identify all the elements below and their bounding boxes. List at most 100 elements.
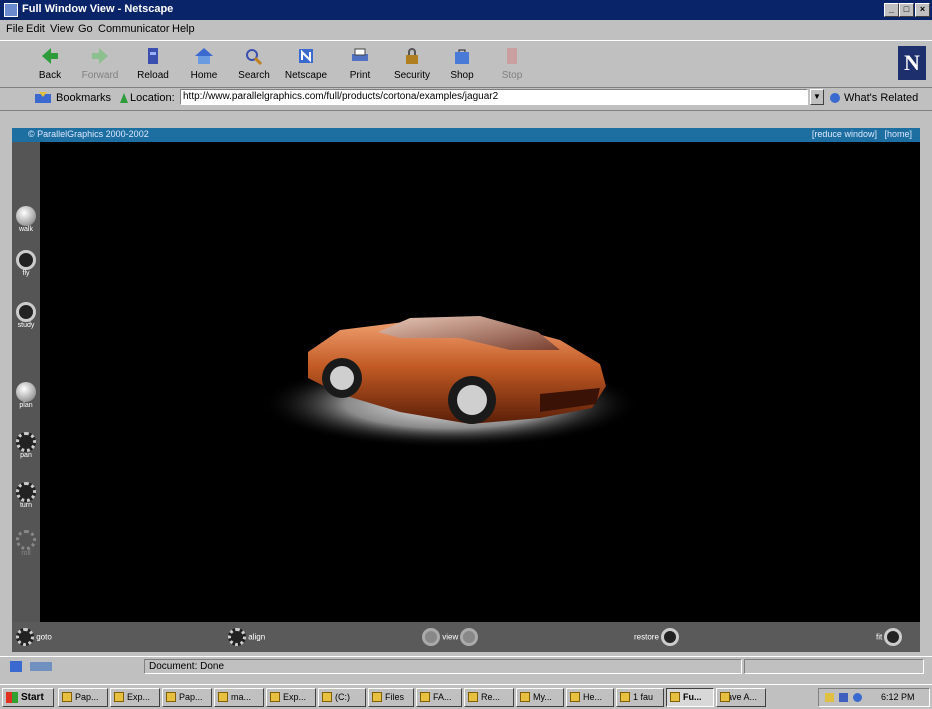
walk-icon bbox=[16, 206, 36, 226]
security-status-icon[interactable] bbox=[10, 661, 22, 672]
connection-status-icon bbox=[30, 662, 52, 671]
navigation-toolbar: Back Forward Reload Home Search Netscape… bbox=[0, 40, 932, 88]
search-icon bbox=[246, 49, 263, 66]
taskbar-item-active[interactable]: Fu... bbox=[666, 688, 714, 707]
system-tray: 6:12 PM bbox=[818, 688, 930, 707]
goto-label: goto bbox=[36, 632, 52, 642]
menu-file[interactable]: File bbox=[6, 23, 24, 35]
url-dropdown-button[interactable]: ▼ bbox=[810, 89, 824, 105]
view-buttons[interactable]: view bbox=[422, 628, 479, 646]
taskbar-item[interactable]: Files bbox=[368, 688, 414, 707]
study-icon bbox=[16, 302, 36, 322]
plan-button[interactable]: plan bbox=[12, 382, 40, 409]
status-text: Document: Done bbox=[144, 659, 742, 674]
maximize-button[interactable]: □ bbox=[899, 3, 914, 17]
netscape-button[interactable]: Netscape bbox=[284, 45, 328, 85]
taskbar-item[interactable]: ma... bbox=[214, 688, 264, 707]
close-button[interactable]: × bbox=[915, 3, 930, 17]
fit-button[interactable]: fit bbox=[876, 628, 903, 646]
menu-bar: File Edit View Go Communicator Help bbox=[0, 20, 932, 38]
taskbar-item[interactable]: Save A... bbox=[716, 688, 766, 707]
menu-view[interactable]: View bbox=[50, 23, 74, 35]
study-button[interactable]: study bbox=[12, 302, 40, 329]
goto-button[interactable]: goto bbox=[16, 628, 52, 646]
taskbar-item[interactable]: He... bbox=[566, 688, 614, 707]
vrml-3d-viewport[interactable] bbox=[40, 142, 920, 622]
print-icon bbox=[352, 48, 368, 61]
status-bar: Document: Done bbox=[0, 656, 932, 677]
taskbar-item[interactable]: Pap... bbox=[162, 688, 212, 707]
back-label: Back bbox=[38, 70, 62, 81]
taskbar-item[interactable]: (C:) bbox=[318, 688, 366, 707]
start-button[interactable]: Start bbox=[2, 688, 54, 707]
turn-button[interactable]: turn bbox=[12, 482, 40, 509]
jaguar-car-scene bbox=[260, 316, 640, 448]
align-icon bbox=[228, 628, 246, 646]
print-button[interactable]: Print bbox=[338, 45, 382, 85]
forward-arrow-icon bbox=[92, 48, 108, 64]
restore-label: restore bbox=[634, 632, 659, 642]
taskbar-item[interactable]: Exp... bbox=[266, 688, 316, 707]
windows-logo-icon bbox=[6, 692, 18, 703]
taskbar-item[interactable]: 1 fau bbox=[616, 688, 664, 707]
align-button[interactable]: align bbox=[228, 628, 265, 646]
home-link[interactable]: [home] bbox=[884, 129, 912, 139]
menu-communicator[interactable]: Communicator bbox=[98, 23, 170, 35]
fly-icon bbox=[16, 250, 36, 270]
roll-label: roll bbox=[21, 550, 31, 557]
netscape-logo[interactable]: N bbox=[898, 46, 926, 80]
window-title-bar[interactable]: Full Window View - Netscape _ □ × bbox=[0, 0, 932, 20]
menu-go[interactable]: Go bbox=[78, 23, 93, 35]
location-label: Location: bbox=[130, 92, 175, 104]
print-label: Print bbox=[349, 70, 371, 81]
url-input[interactable]: http://www.parallelgraphics.com/full/pro… bbox=[180, 89, 808, 105]
taskbar-item[interactable]: Re... bbox=[464, 688, 514, 707]
home-icon bbox=[195, 48, 213, 64]
align-label: align bbox=[248, 632, 266, 642]
reduce-window-link[interactable]: [reduce window] bbox=[812, 129, 877, 139]
shop-button[interactable]: Shop bbox=[440, 45, 484, 85]
forward-button[interactable]: Forward bbox=[78, 45, 122, 85]
taskbar-item[interactable]: Pap... bbox=[58, 688, 108, 707]
fly-button[interactable]: fly bbox=[12, 250, 40, 277]
bookmarks-button[interactable]: Bookmarks bbox=[56, 92, 111, 104]
roll-icon bbox=[16, 530, 36, 550]
taskbar-item[interactable]: My... bbox=[516, 688, 564, 707]
fly-label: fly bbox=[22, 270, 30, 277]
reload-label: Reload bbox=[137, 70, 169, 81]
page-links: [reduce window] [home] bbox=[812, 129, 912, 139]
walk-button[interactable]: walk bbox=[12, 206, 40, 233]
security-lock-icon bbox=[406, 48, 418, 64]
whats-related-button[interactable]: What's Related bbox=[830, 92, 918, 104]
roll-button[interactable]: roll bbox=[12, 530, 40, 557]
tray-icon[interactable] bbox=[825, 693, 834, 702]
home-button[interactable]: Home bbox=[182, 45, 226, 85]
security-button[interactable]: Security bbox=[390, 45, 434, 85]
taskbar-item[interactable]: FA... bbox=[416, 688, 462, 707]
search-button[interactable]: Search bbox=[232, 45, 276, 85]
fit-label: fit bbox=[876, 632, 883, 642]
whats-related-label: What's Related bbox=[844, 92, 919, 104]
forward-label: Forward bbox=[81, 70, 119, 81]
home-label: Home bbox=[190, 70, 218, 81]
stop-button[interactable]: Stop bbox=[490, 45, 534, 85]
minimize-button[interactable]: _ bbox=[884, 3, 899, 17]
clock[interactable]: 6:12 PM bbox=[881, 689, 915, 706]
reload-button[interactable]: Reload bbox=[131, 45, 175, 85]
copyright-text: © ParallelGraphics 2000-2002 bbox=[28, 129, 149, 139]
netscape-icon bbox=[299, 49, 313, 63]
tray-icon[interactable] bbox=[853, 693, 862, 702]
tray-icon[interactable] bbox=[839, 693, 848, 702]
window-title: Full Window View - Netscape bbox=[22, 3, 174, 15]
plan-label: plan bbox=[19, 402, 33, 409]
back-button[interactable]: Back bbox=[28, 45, 72, 85]
menu-edit[interactable]: Edit bbox=[26, 23, 45, 35]
shop-label: Shop bbox=[450, 70, 474, 81]
back-arrow-icon bbox=[42, 48, 58, 64]
taskbar-item[interactable]: Exp... bbox=[110, 688, 160, 707]
restore-button[interactable]: restore bbox=[634, 628, 680, 646]
fit-icon bbox=[884, 628, 903, 646]
menu-help[interactable]: Help bbox=[172, 23, 195, 35]
stop-icon bbox=[507, 48, 517, 64]
pan-button[interactable]: pan bbox=[12, 432, 40, 459]
